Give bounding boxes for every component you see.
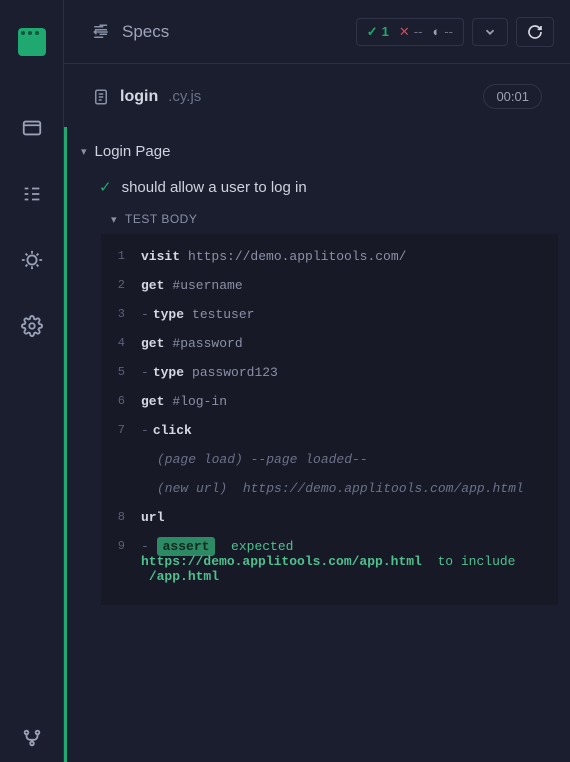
command-row[interactable]: 2get #username — [101, 271, 558, 300]
command-log: 1visithttps://demo.applitools.com/2get#u… — [101, 234, 558, 605]
command-arg: https://demo.applitools.com/ — [188, 249, 406, 264]
command-name: type — [141, 307, 184, 322]
cypress-logo-icon[interactable] — [18, 28, 46, 56]
command-row[interactable]: 4get #password — [101, 329, 558, 358]
debug-icon[interactable] — [20, 248, 44, 272]
refresh-icon — [527, 24, 543, 40]
assert-row[interactable]: 9 - assert expected https://demo.applito… — [101, 532, 558, 591]
x-icon: ✕ — [399, 24, 410, 40]
pending-icon: ◐ — [432, 24, 440, 39]
command-name: get — [141, 278, 164, 293]
file-icon — [92, 88, 110, 106]
describe-title: Login Page — [95, 143, 171, 160]
command-number: 7 — [101, 423, 141, 438]
command-row[interactable]: 6get #log-in — [101, 387, 558, 416]
command-arg: #log-in — [172, 394, 227, 409]
command-arg: password123 — [192, 365, 278, 380]
command-number: 4 — [101, 336, 141, 351]
test-panel: ▾ Login Page ✓ should allow a user to lo… — [64, 127, 570, 762]
spec-header: login .cy.js 00:01 — [64, 64, 570, 127]
stat-failed: ✕ -- — [399, 24, 423, 40]
topbar: Specs ✓ 1 ✕ -- ◐ -- — [64, 0, 570, 64]
command-arg: testuser — [192, 307, 254, 322]
spec-name: login — [120, 88, 158, 106]
viewport-button[interactable] — [472, 18, 508, 46]
describe-row[interactable]: ▾ Login Page — [67, 139, 558, 174]
command-row[interactable]: 3type testuser — [101, 300, 558, 329]
spec-duration: 00:01 — [483, 84, 542, 109]
rerun-button[interactable] — [516, 17, 554, 47]
command-name: get — [141, 394, 164, 409]
content-area: Specs ✓ 1 ✕ -- ◐ -- — [64, 0, 570, 762]
sidebar — [0, 0, 64, 762]
stat-passed: ✓ 1 — [367, 24, 389, 40]
test-row[interactable]: ✓ should allow a user to log in — [67, 174, 558, 210]
stat-pending: ◐ -- — [432, 24, 453, 39]
command-number: 3 — [101, 307, 141, 322]
topbar-title: Specs — [122, 22, 169, 42]
spec-ext: .cy.js — [168, 88, 201, 105]
command-number: 5 — [101, 365, 141, 380]
collapse-icon[interactable] — [92, 23, 110, 41]
command-row[interactable]: 5type password123 — [101, 358, 558, 387]
command-number: 6 — [101, 394, 141, 409]
chevron-down-icon: ▾ — [81, 145, 87, 158]
branch-icon[interactable] — [20, 726, 44, 750]
command-number: 2 — [101, 278, 141, 293]
command-name: visit — [141, 249, 180, 264]
new-url-event: (new url) https://demo.applitools.com/ap… — [101, 474, 558, 503]
command-arg: #username — [172, 278, 242, 293]
test-body-toggle[interactable]: ▾ TEST BODY — [67, 210, 558, 234]
specs-list-icon[interactable] — [20, 182, 44, 206]
command-number: 9 — [101, 539, 141, 584]
page-load-event: (page load) --page loaded-- — [101, 445, 558, 474]
browser-icon[interactable] — [20, 116, 44, 140]
command-row[interactable]: 1visit https://demo.applitools.com/ — [101, 242, 558, 271]
check-icon: ✓ — [367, 24, 378, 40]
command-name: type — [141, 365, 184, 380]
test-body-label: TEST BODY — [125, 212, 197, 226]
check-icon: ✓ — [99, 178, 112, 196]
chevron-down-icon: ▾ — [111, 213, 117, 226]
chevron-down-icon — [483, 25, 497, 39]
command-number: 8 — [101, 510, 141, 525]
command-number: 1 — [101, 249, 141, 264]
command-row[interactable]: 8 url — [101, 503, 558, 532]
command-name: click — [141, 423, 192, 438]
test-title: should allow a user to log in — [122, 179, 307, 196]
command-name: get — [141, 336, 164, 351]
settings-icon[interactable] — [20, 314, 44, 338]
run-stats: ✓ 1 ✕ -- ◐ -- — [356, 18, 464, 46]
command-arg: #password — [172, 336, 242, 351]
command-name: url — [141, 510, 164, 525]
command-row[interactable]: 7click — [101, 416, 558, 445]
